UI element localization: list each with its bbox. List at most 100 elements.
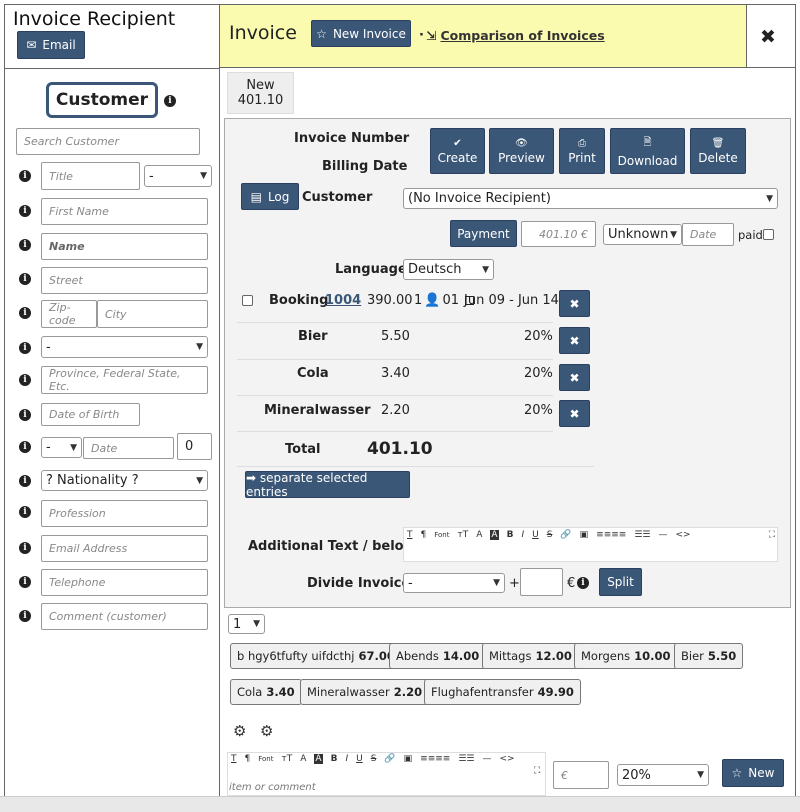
list-icon[interactable]: ☰☰	[634, 530, 650, 540]
align-icon[interactable]: ≡≡≡≡	[420, 754, 450, 764]
bold-icon[interactable]: B	[331, 754, 338, 764]
info-icon[interactable]: i	[19, 239, 31, 251]
print-button[interactable]: ⎙ Print	[559, 128, 605, 174]
info-icon[interactable]: i	[19, 576, 31, 588]
bg-color-icon[interactable]: A	[490, 530, 499, 540]
telephone-input[interactable]: Telephone	[41, 569, 208, 596]
log-button[interactable]: ▤ Log	[241, 183, 299, 210]
product-tag[interactable]: Mineralwasser 2.20	[300, 679, 430, 705]
id-type-select[interactable]: - ▼	[41, 437, 82, 458]
remove-item-button[interactable]: ✖	[559, 400, 590, 427]
country-select[interactable]: - ▼	[41, 336, 208, 358]
new-item-input[interactable]: item or comment	[229, 782, 316, 793]
comment-customer-input[interactable]: Comment (customer)	[41, 603, 208, 630]
remove-item-button[interactable]: ✖	[559, 327, 590, 354]
info-icon[interactable]: i	[19, 374, 31, 386]
product-tag[interactable]: Bier 5.50	[674, 643, 744, 669]
info-icon[interactable]: i	[19, 441, 31, 453]
id-number-input[interactable]: 0	[177, 433, 212, 460]
link-icon[interactable]: 🔗	[384, 754, 395, 764]
new-invoice-button[interactable]: ☆ New Invoice	[311, 20, 411, 47]
name-input[interactable]: Name	[41, 233, 208, 260]
product-tag[interactable]: b hgy6tfufty uifdcthj 67.00	[230, 643, 402, 669]
fullscreen-icon[interactable]: ⛶	[534, 766, 540, 776]
delete-button[interactable]: 🗑 Delete	[690, 128, 746, 174]
product-tag[interactable]: Cola 3.40	[230, 679, 302, 705]
new-item-button[interactable]: ☆ New	[722, 759, 784, 787]
divide-select[interactable]: - ▼	[403, 573, 505, 593]
first-name-input[interactable]: First Name	[41, 198, 208, 225]
gear-icon[interactable]: ⚙	[233, 722, 246, 740]
horizontal-scrollbar[interactable]	[0, 796, 800, 812]
image-icon[interactable]: ▣	[404, 754, 413, 764]
info-icon[interactable]: i	[19, 307, 31, 319]
booking-number-link[interactable]: 1004	[325, 293, 361, 308]
product-tag[interactable]: Flughafentransfer 49.90	[424, 679, 581, 705]
info-icon[interactable]: i	[19, 170, 31, 182]
product-tag[interactable]: Mittags 12.00	[482, 643, 579, 669]
province-input[interactable]: Province, Federal State, Etc.	[41, 366, 208, 394]
street-input[interactable]: Street	[41, 267, 208, 294]
font-select[interactable]: Font	[434, 531, 449, 539]
language-select[interactable]: Deutsch ▼	[403, 259, 494, 280]
page-select[interactable]: 1 ▼	[228, 614, 265, 634]
id-date-input[interactable]: Date	[83, 437, 174, 459]
info-icon[interactable]: i	[577, 577, 589, 589]
fullscreen-icon[interactable]: ⛶	[769, 530, 775, 540]
date-of-birth-input[interactable]: Date of Birth	[41, 403, 140, 426]
create-button[interactable]: ✔ Create	[430, 128, 485, 174]
font-color-icon[interactable]: A	[476, 530, 482, 540]
code-icon[interactable]: <>	[675, 530, 690, 540]
comparison-of-invoices-link[interactable]: ⇲ Comparison of Invoices	[426, 28, 605, 43]
info-icon[interactable]: i	[19, 409, 31, 421]
list-icon[interactable]: ☰☰	[458, 754, 474, 764]
remove-booking-button[interactable]: ✖	[559, 290, 590, 317]
italic-icon[interactable]: I	[345, 754, 348, 764]
info-icon[interactable]: i	[19, 205, 31, 217]
divide-amount-input[interactable]	[520, 568, 563, 596]
city-input[interactable]: City	[97, 300, 208, 328]
preview-button[interactable]: 👁 Preview	[489, 128, 554, 174]
font-color-icon[interactable]: A	[300, 754, 306, 764]
clear-format-icon[interactable]: T	[231, 754, 237, 764]
search-customer-input[interactable]: Search Customer	[16, 128, 200, 155]
invoice-tab-new[interactable]: New 401.10	[227, 72, 294, 114]
close-icon[interactable]: ✖	[760, 26, 776, 48]
link-icon[interactable]: 🔗	[560, 530, 571, 540]
payment-method-select[interactable]: Unknown ▼	[603, 224, 682, 245]
profession-input[interactable]: Profession	[41, 500, 208, 527]
download-button[interactable]: 🗎 Download	[610, 128, 685, 174]
gear-icon[interactable]: ⚙	[260, 722, 273, 740]
strikethrough-icon[interactable]: S	[547, 530, 553, 540]
hr-icon[interactable]: —	[482, 754, 491, 764]
info-icon[interactable]: i	[19, 542, 31, 554]
align-icon[interactable]: ≡≡≡≡	[596, 530, 626, 540]
bg-color-icon[interactable]: A	[314, 754, 323, 764]
customer-select[interactable]: (No Invoice Recipient) ▼	[403, 188, 778, 209]
product-tag[interactable]: Abends 14.00	[389, 643, 487, 669]
email-button[interactable]: ✉ Email	[17, 31, 85, 59]
underline-icon[interactable]: U	[356, 754, 363, 764]
new-price-input[interactable]: €	[553, 761, 609, 789]
info-icon[interactable]: i	[19, 475, 31, 487]
zip-input[interactable]: Zip-code	[41, 300, 97, 328]
font-select[interactable]: Font	[258, 755, 273, 763]
paid-checkbox[interactable]	[763, 229, 774, 240]
nationality-select[interactable]: ? Nationality ? ▼	[41, 470, 208, 491]
product-tag[interactable]: Morgens 10.00	[574, 643, 678, 669]
info-icon[interactable]: i	[164, 95, 176, 107]
title-input[interactable]: Title	[41, 162, 140, 190]
image-icon[interactable]: ▣	[580, 530, 589, 540]
title-select[interactable]: - ▼	[144, 165, 212, 187]
paragraph-icon[interactable]: ¶	[421, 530, 427, 540]
remove-item-button[interactable]: ✖	[559, 364, 590, 391]
info-icon[interactable]: i	[19, 610, 31, 622]
hr-icon[interactable]: —	[658, 530, 667, 540]
italic-icon[interactable]: I	[521, 530, 524, 540]
strikethrough-icon[interactable]: S	[371, 754, 377, 764]
underline-icon[interactable]: U	[532, 530, 539, 540]
split-button[interactable]: Split	[599, 568, 642, 596]
info-icon[interactable]: i	[19, 506, 31, 518]
bold-icon[interactable]: B	[507, 530, 514, 540]
info-icon[interactable]: i	[19, 342, 31, 354]
